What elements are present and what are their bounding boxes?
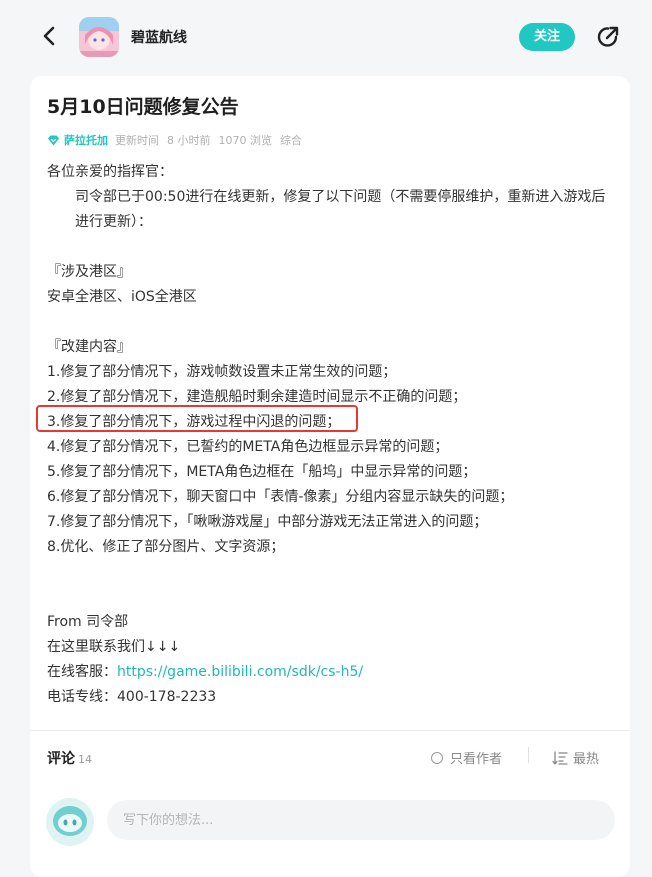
changes-heading: 『改建内容』 [47,339,131,355]
list-item: 7.修复了部分情况下，「啾啾游戏屋」中部分游戏无法正常进入的问题； [47,514,488,530]
updated-label: 更新时间 [115,134,159,147]
contact-line: 在这里联系我们↓↓↓ [47,639,181,655]
follow-button[interactable]: 关注 [519,23,575,51]
divider-vertical [528,747,529,763]
comments-label: 评论 [47,751,75,767]
divider [30,730,630,731]
updated-time: 8 小时前 [167,134,211,147]
comments-header: 评论 14 [47,748,92,768]
comment-input[interactable] [107,800,615,840]
list-item-highlighted: 3.修复了部分情况下，游戏过程中闪退的问题； [47,414,341,430]
radio-icon[interactable] [431,751,443,764]
post-meta: 萨拉托加 更新时间 8 小时前 1070 浏览 综合 [47,132,310,148]
view-count: 1070 浏览 [218,134,273,147]
greeting-line: 各位亲爱的指挥官： [47,164,173,180]
post-category: 综合 [280,134,302,147]
post-card: 5月10日问题修复公告 萨拉托加 更新时间 8 小时前 1070 浏览 综合 各… [30,76,630,877]
comments-count: 14 [78,753,92,766]
service-link[interactable]: https://game.bilibili.com/sdk/cs-h5/ [117,664,363,680]
app-avatar[interactable] [79,17,119,57]
sort-label: 最热 [573,752,600,767]
back-icon[interactable] [38,24,62,48]
list-item: 4.修复了部分情况下，已誓约的META角色边框显示异常的问题； [47,439,449,455]
region-heading: 『涉及港区』 [47,264,131,280]
user-avatar[interactable] [46,798,94,846]
phone-line: 电话专线：400-178-2233 [47,689,217,705]
from-line: From 司令部 [47,614,129,630]
list-item: 5.修复了部分情况下，META角色边框在「船坞」中显示异常的问题； [47,464,477,480]
author-only-toggle[interactable]: 只看作者 [431,748,502,767]
post-title: 5月10日问题修复公告 [47,96,239,118]
post-body: 各位亲爱的指挥官： 司令部已于00:50进行在线更新，修复了以下问题（不需要停服… [47,160,613,710]
diamond-badge-icon [48,135,59,145]
author-only-label: 只看作者 [450,752,503,767]
app-name[interactable]: 碧蓝航线 [131,27,187,47]
list-item: 6.修复了部分情况下，聊天窗口中「表情-像素」分组内容显示缺失的问题； [47,489,514,505]
region-text: 安卓全港区、iOS全港区 [47,289,197,305]
list-item: 2.修复了部分情况下，建造舰船时剩余建造时间显示不正确的问题； [47,389,467,405]
top-bar: 碧蓝航线 关注 [0,0,652,76]
sort-icon [552,750,568,765]
sort-button[interactable]: 最热 [552,748,599,767]
service-label: 在线客服： [47,664,117,680]
list-item: 1.修复了部分情况下，游戏帧数设置未正常生效的问题； [47,364,397,380]
list-item: 8.优化、修正了部分图片、文字资源； [47,539,285,555]
intro-paragraph: 司令部已于00:50进行在线更新，修复了以下问题（不需要停服维护，重新进入游戏后… [75,189,606,230]
author-name[interactable]: 萨拉托加 [64,132,108,148]
share-icon[interactable] [595,24,621,50]
service-line: 在线客服：https://game.bilibili.com/sdk/cs-h5… [47,660,613,685]
